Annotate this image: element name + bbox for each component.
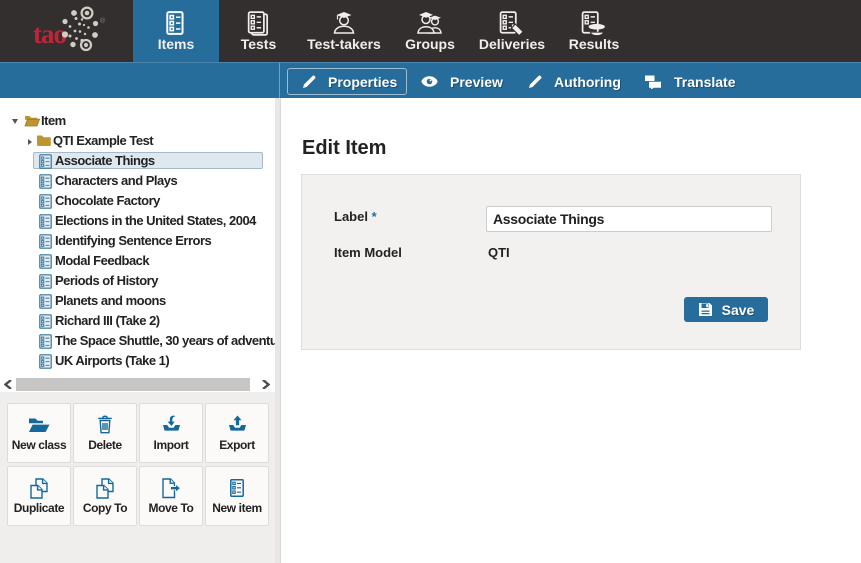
svg-text:®: ® xyxy=(100,17,106,25)
svg-text:tao: tao xyxy=(33,19,66,49)
